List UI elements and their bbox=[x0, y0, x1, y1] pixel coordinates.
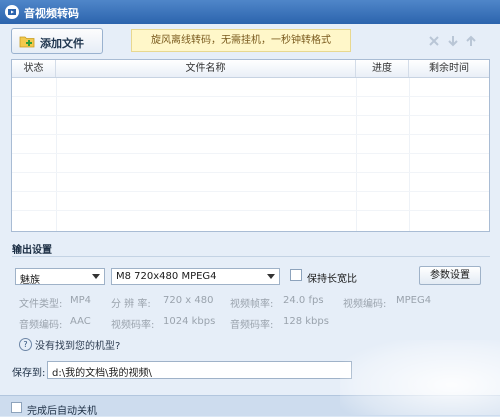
info-audio-bitrate-label: 音频码率: bbox=[230, 320, 274, 331]
row-divider bbox=[12, 172, 489, 173]
chevron-down-icon bbox=[267, 274, 275, 279]
title-bar: 音视频转码 bbox=[0, 0, 500, 24]
row-divider bbox=[12, 96, 489, 97]
device-help-link[interactable]: ? 没有找到您的机型? bbox=[19, 337, 120, 352]
film-icon bbox=[5, 5, 19, 19]
info-frame-rate-value: 24.0 fps bbox=[283, 295, 324, 306]
arrow-up-icon[interactable] bbox=[465, 35, 477, 47]
info-file-type-value: MP4 bbox=[70, 295, 92, 306]
add-file-button[interactable]: 添加文件 bbox=[11, 28, 103, 54]
question-icon: ? bbox=[19, 338, 32, 351]
info-video-codec-label: 视频编码: bbox=[343, 299, 387, 310]
info-file-type-label: 文件类型: bbox=[19, 299, 63, 310]
info-resolution-value: 720 x 480 bbox=[163, 295, 214, 306]
folder-add-icon bbox=[19, 36, 35, 48]
device-help-text: 没有找到您的机型? bbox=[35, 341, 121, 352]
column-status[interactable]: 状态 bbox=[12, 60, 56, 77]
save-path-input[interactable]: d:\我的文档\我的视频\ bbox=[47, 361, 352, 379]
column-remaining-time[interactable]: 剩余时间 bbox=[409, 60, 489, 77]
info-video-bitrate-value: 1024 kbps bbox=[163, 316, 216, 327]
row-divider bbox=[12, 153, 489, 154]
save-path-value: d:\我的文档\我的视频\ bbox=[52, 368, 152, 379]
arrow-down-icon[interactable] bbox=[447, 35, 459, 47]
column-divider bbox=[409, 78, 410, 231]
device-select-value: 魅族 bbox=[20, 275, 40, 286]
info-audio-codec-value: AAC bbox=[70, 316, 91, 327]
keep-ratio-label: 保持长宽比 bbox=[307, 274, 357, 285]
info-video-bitrate-label: 视频码率: bbox=[111, 320, 155, 331]
format-select[interactable]: M8 720x480 MPEG4 bbox=[111, 268, 280, 285]
format-select-value: M8 720x480 MPEG4 bbox=[116, 271, 217, 282]
file-list-header: 状态 文件名称 进度 剩余时间 bbox=[12, 60, 489, 78]
info-resolution-label: 分 辨 率: bbox=[111, 299, 151, 310]
watermark-glare bbox=[340, 340, 500, 415]
row-divider bbox=[12, 191, 489, 192]
chevron-down-icon bbox=[92, 274, 100, 279]
section-divider bbox=[12, 256, 490, 257]
device-select[interactable]: 魅族 bbox=[15, 268, 105, 286]
column-progress[interactable]: 进度 bbox=[356, 60, 409, 77]
close-icon[interactable] bbox=[428, 35, 440, 47]
info-audio-bitrate-value: 128 kbps bbox=[283, 316, 329, 327]
window-title: 音视频转码 bbox=[24, 7, 79, 20]
info-audio-codec-label: 音频编码: bbox=[19, 320, 63, 331]
column-divider bbox=[56, 78, 57, 231]
column-filename[interactable]: 文件名称 bbox=[56, 60, 356, 77]
row-divider bbox=[12, 210, 489, 211]
save-to-label: 保存到: bbox=[12, 368, 46, 379]
file-list[interactable]: 状态 文件名称 进度 剩余时间 bbox=[11, 59, 490, 232]
app-window: 音视频转码 添加文件 旋风离线转码，无需挂机，一秒钟转格式 状态 文件名称 进度… bbox=[0, 0, 500, 417]
keep-ratio-checkbox[interactable] bbox=[290, 269, 302, 281]
info-video-codec-value: MPEG4 bbox=[396, 295, 432, 306]
info-frame-rate-label: 视频帧率: bbox=[230, 299, 274, 310]
column-divider bbox=[356, 78, 357, 231]
add-file-label: 添加文件 bbox=[40, 37, 84, 50]
row-divider bbox=[12, 134, 489, 135]
row-divider bbox=[12, 115, 489, 116]
output-settings-title: 输出设置 bbox=[12, 245, 52, 256]
promo-banner[interactable]: 旋风离线转码，无需挂机，一秒钟转格式 bbox=[131, 29, 351, 52]
parameter-settings-button[interactable]: 参数设置 bbox=[419, 266, 481, 285]
shutdown-checkbox[interactable] bbox=[11, 402, 22, 413]
